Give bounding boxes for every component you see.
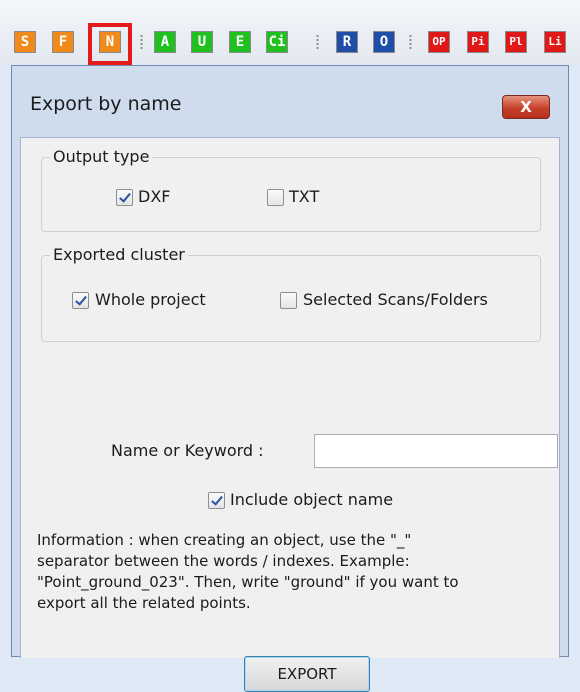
toolbar-button-f[interactable]: F (52, 31, 74, 53)
toolbar-button-o[interactable]: O (373, 31, 395, 53)
toolbar-separator (140, 34, 143, 50)
dialog-body: Output type DXF TXT Exported cluster Who… (20, 137, 560, 692)
info-line: "Point_ground_023". Then, write "ground"… (37, 573, 459, 591)
highlight-box (88, 23, 132, 65)
output-type-legend: Output type (50, 147, 153, 166)
dialog-title: Export by name (30, 93, 182, 115)
exported-cluster-legend: Exported cluster (50, 245, 188, 264)
export-button[interactable]: EXPORT (244, 656, 370, 692)
dialog-titlebar[interactable]: Export by name X (12, 66, 568, 138)
selected-scans-label[interactable]: Selected Scans/Folders (303, 290, 488, 309)
toolbar-separator (316, 34, 319, 50)
toolbar-button-op[interactable]: OP (428, 31, 450, 53)
toolbar: S F N A U E Ci R O OP Pi Pl Li (0, 0, 580, 65)
dxf-label[interactable]: DXF (138, 187, 170, 206)
include-object-name-checkbox[interactable] (208, 492, 225, 509)
toolbar-button-li[interactable]: Li (544, 31, 566, 53)
toolbar-button-a[interactable]: A (154, 31, 176, 53)
toolbar-button-u[interactable]: U (191, 31, 213, 53)
name-keyword-label: Name or Keyword : (111, 441, 264, 460)
info-line: Information : when creating an object, u… (37, 531, 412, 549)
toolbar-button-pl[interactable]: Pl (505, 31, 527, 53)
info-line: separator between the words / indexes. E… (37, 552, 410, 570)
close-button[interactable]: X (502, 95, 550, 119)
export-dialog: Export by name X Output type DXF TXT Exp… (11, 65, 569, 692)
whole-project-checkbox[interactable] (72, 292, 89, 309)
info-line: export all the related points. (37, 594, 251, 612)
toolbar-button-e[interactable]: E (229, 31, 251, 53)
toolbar-button-ci[interactable]: Ci (266, 31, 288, 53)
exported-cluster-group: Exported cluster Whole project Selected … (41, 245, 541, 342)
toolbar-separator (409, 34, 412, 50)
txt-label[interactable]: TXT (289, 187, 319, 206)
information-text: Information : when creating an object, u… (37, 530, 553, 614)
toolbar-button-s[interactable]: S (14, 31, 36, 53)
toolbar-button-pi[interactable]: Pi (467, 31, 489, 53)
toolbar-button-r[interactable]: R (336, 31, 358, 53)
output-type-group: Output type DXF TXT (41, 147, 541, 232)
txt-checkbox[interactable] (267, 189, 284, 206)
include-object-name-label[interactable]: Include object name (230, 490, 393, 509)
selected-scans-checkbox[interactable] (280, 292, 297, 309)
whole-project-label[interactable]: Whole project (95, 290, 206, 309)
dxf-checkbox[interactable] (116, 189, 133, 206)
name-keyword-input[interactable] (314, 434, 558, 468)
